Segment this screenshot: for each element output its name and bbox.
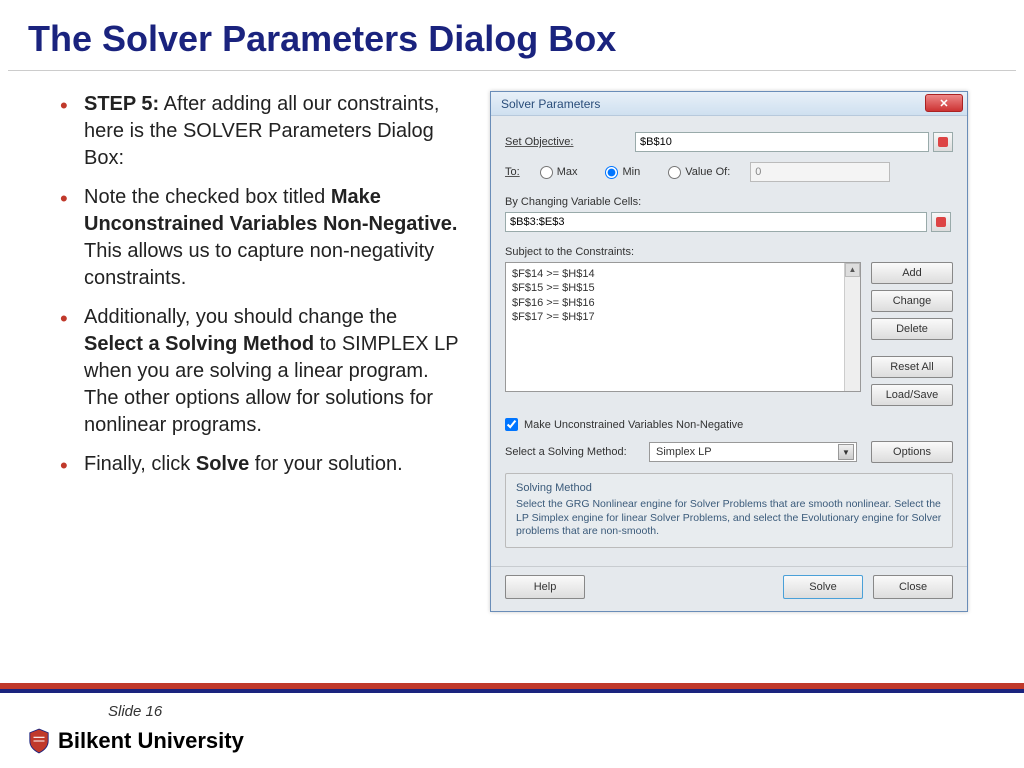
radio-max-input[interactable]	[540, 166, 553, 179]
shield-icon	[28, 728, 50, 754]
constraint-row[interactable]: $F$14 >= $H$14	[512, 267, 854, 281]
constraints-label: Subject to the Constraints:	[505, 246, 953, 258]
ref-icon	[936, 217, 946, 227]
radio-min-label: Min	[622, 166, 640, 178]
changing-label: By Changing Variable Cells:	[505, 196, 953, 208]
radio-valueof-input[interactable]	[668, 166, 681, 179]
change-button[interactable]: Change	[871, 290, 953, 312]
dialog-title: Solver Parameters	[501, 97, 600, 111]
radio-valueof-label: Value Of:	[685, 166, 730, 178]
constraint-row[interactable]: $F$17 >= $H$17	[512, 310, 854, 324]
help-button[interactable]: Help	[505, 575, 585, 599]
bullet-4-pre: Finally, click	[84, 453, 196, 475]
valueof-input[interactable]	[750, 162, 890, 182]
to-label: To:	[505, 166, 520, 178]
bullet-4-rest: for your solution.	[249, 453, 402, 475]
solve-button[interactable]: Solve	[783, 575, 863, 599]
radio-valueof[interactable]: Value Of:	[668, 166, 730, 179]
non-negative-checkbox[interactable]	[505, 418, 518, 431]
bullet-3-strong: Select a Solving Method	[84, 333, 314, 355]
bullet-3: Additionally, you should change the Sele…	[60, 304, 460, 439]
content-area: STEP 5: After adding all our constraints…	[0, 71, 1024, 612]
delete-button[interactable]: Delete	[871, 318, 953, 340]
non-negative-checkbox-row[interactable]: Make Unconstrained Variables Non-Negativ…	[505, 418, 953, 431]
dialog-body: Set Objective: To: Max Min Value Of: By …	[491, 116, 967, 566]
radio-min-input[interactable]	[605, 166, 618, 179]
constraint-buttons: Add Change Delete Reset All Load/Save	[871, 262, 953, 406]
slide-footer: Slide 16 Bilkent University	[0, 683, 1024, 768]
bullet-2-rest: This allows us to capture non-negativity…	[84, 240, 434, 289]
objective-row: Set Objective:	[505, 132, 953, 152]
changing-input[interactable]	[505, 212, 927, 232]
method-row: Select a Solving Method: Simplex LP ▼ Op…	[505, 441, 953, 463]
slide-number: Slide 16	[0, 693, 1024, 728]
set-objective-input[interactable]	[635, 132, 929, 152]
bullet-2: Note the checked box titled Make Unconst…	[60, 184, 460, 292]
footer-right: Solve Close	[783, 575, 953, 599]
bullet-column: STEP 5: After adding all our constraints…	[60, 91, 480, 612]
bullet-list: STEP 5: After adding all our constraints…	[60, 91, 460, 478]
close-dialog-button[interactable]: Close	[873, 575, 953, 599]
radio-group: Max Min Value Of:	[540, 166, 731, 179]
non-negative-label: Make Unconstrained Variables Non-Negativ…	[524, 419, 743, 431]
method-value: Simplex LP	[656, 446, 712, 458]
chevron-down-icon: ▼	[838, 444, 854, 460]
dialog-footer: Help Solve Close	[491, 566, 967, 611]
radio-max[interactable]: Max	[540, 166, 578, 179]
ref-icon	[938, 137, 948, 147]
bullet-2-pre: Note the checked box titled	[84, 186, 331, 208]
slide-title: The Solver Parameters Dialog Box	[0, 0, 1024, 70]
bullet-4-strong: Solve	[196, 453, 249, 475]
bullet-4: Finally, click Solve for your solution.	[60, 451, 460, 478]
dialog-titlebar[interactable]: Solver Parameters ✕	[491, 92, 967, 116]
bullet-1-strong: STEP 5:	[84, 93, 159, 115]
objective-ref-button[interactable]	[933, 132, 953, 152]
university-row: Bilkent University	[0, 728, 1024, 768]
options-button[interactable]: Options	[871, 441, 953, 463]
method-select[interactable]: Simplex LP ▼	[649, 442, 857, 462]
close-icon: ✕	[939, 97, 948, 110]
constraint-row[interactable]: $F$15 >= $H$15	[512, 281, 854, 295]
load-save-button[interactable]: Load/Save	[871, 384, 953, 406]
solver-dialog: Solver Parameters ✕ Set Objective: To: M…	[490, 91, 968, 612]
radio-min[interactable]: Min	[605, 166, 640, 179]
to-row: To: Max Min Value Of:	[505, 162, 953, 182]
description-box: Solving Method Select the GRG Nonlinear …	[505, 473, 953, 548]
set-objective-label: Set Objective:	[505, 136, 635, 148]
description-text: Select the GRG Nonlinear engine for Solv…	[516, 498, 942, 539]
changing-row	[505, 212, 953, 232]
dialog-column: Solver Parameters ✕ Set Objective: To: M…	[480, 91, 1014, 612]
university-name: Bilkent University	[58, 728, 244, 754]
method-label: Select a Solving Method:	[505, 446, 635, 458]
add-button[interactable]: Add	[871, 262, 953, 284]
constraint-row[interactable]: $F$16 >= $H$16	[512, 296, 854, 310]
reset-all-button[interactable]: Reset All	[871, 356, 953, 378]
constraints-listbox[interactable]: $F$14 >= $H$14 $F$15 >= $H$15 $F$16 >= $…	[505, 262, 861, 392]
bullet-1: STEP 5: After adding all our constraints…	[60, 91, 460, 172]
radio-max-label: Max	[557, 166, 578, 178]
constraints-area: $F$14 >= $H$14 $F$15 >= $H$15 $F$16 >= $…	[505, 262, 953, 406]
bullet-3-pre: Additionally, you should change the	[84, 306, 397, 328]
scroll-up-icon[interactable]: ▲	[845, 263, 860, 277]
scrollbar[interactable]: ▲	[844, 263, 860, 391]
close-button[interactable]: ✕	[925, 94, 963, 112]
changing-ref-button[interactable]	[931, 212, 951, 232]
description-title: Solving Method	[516, 482, 942, 494]
